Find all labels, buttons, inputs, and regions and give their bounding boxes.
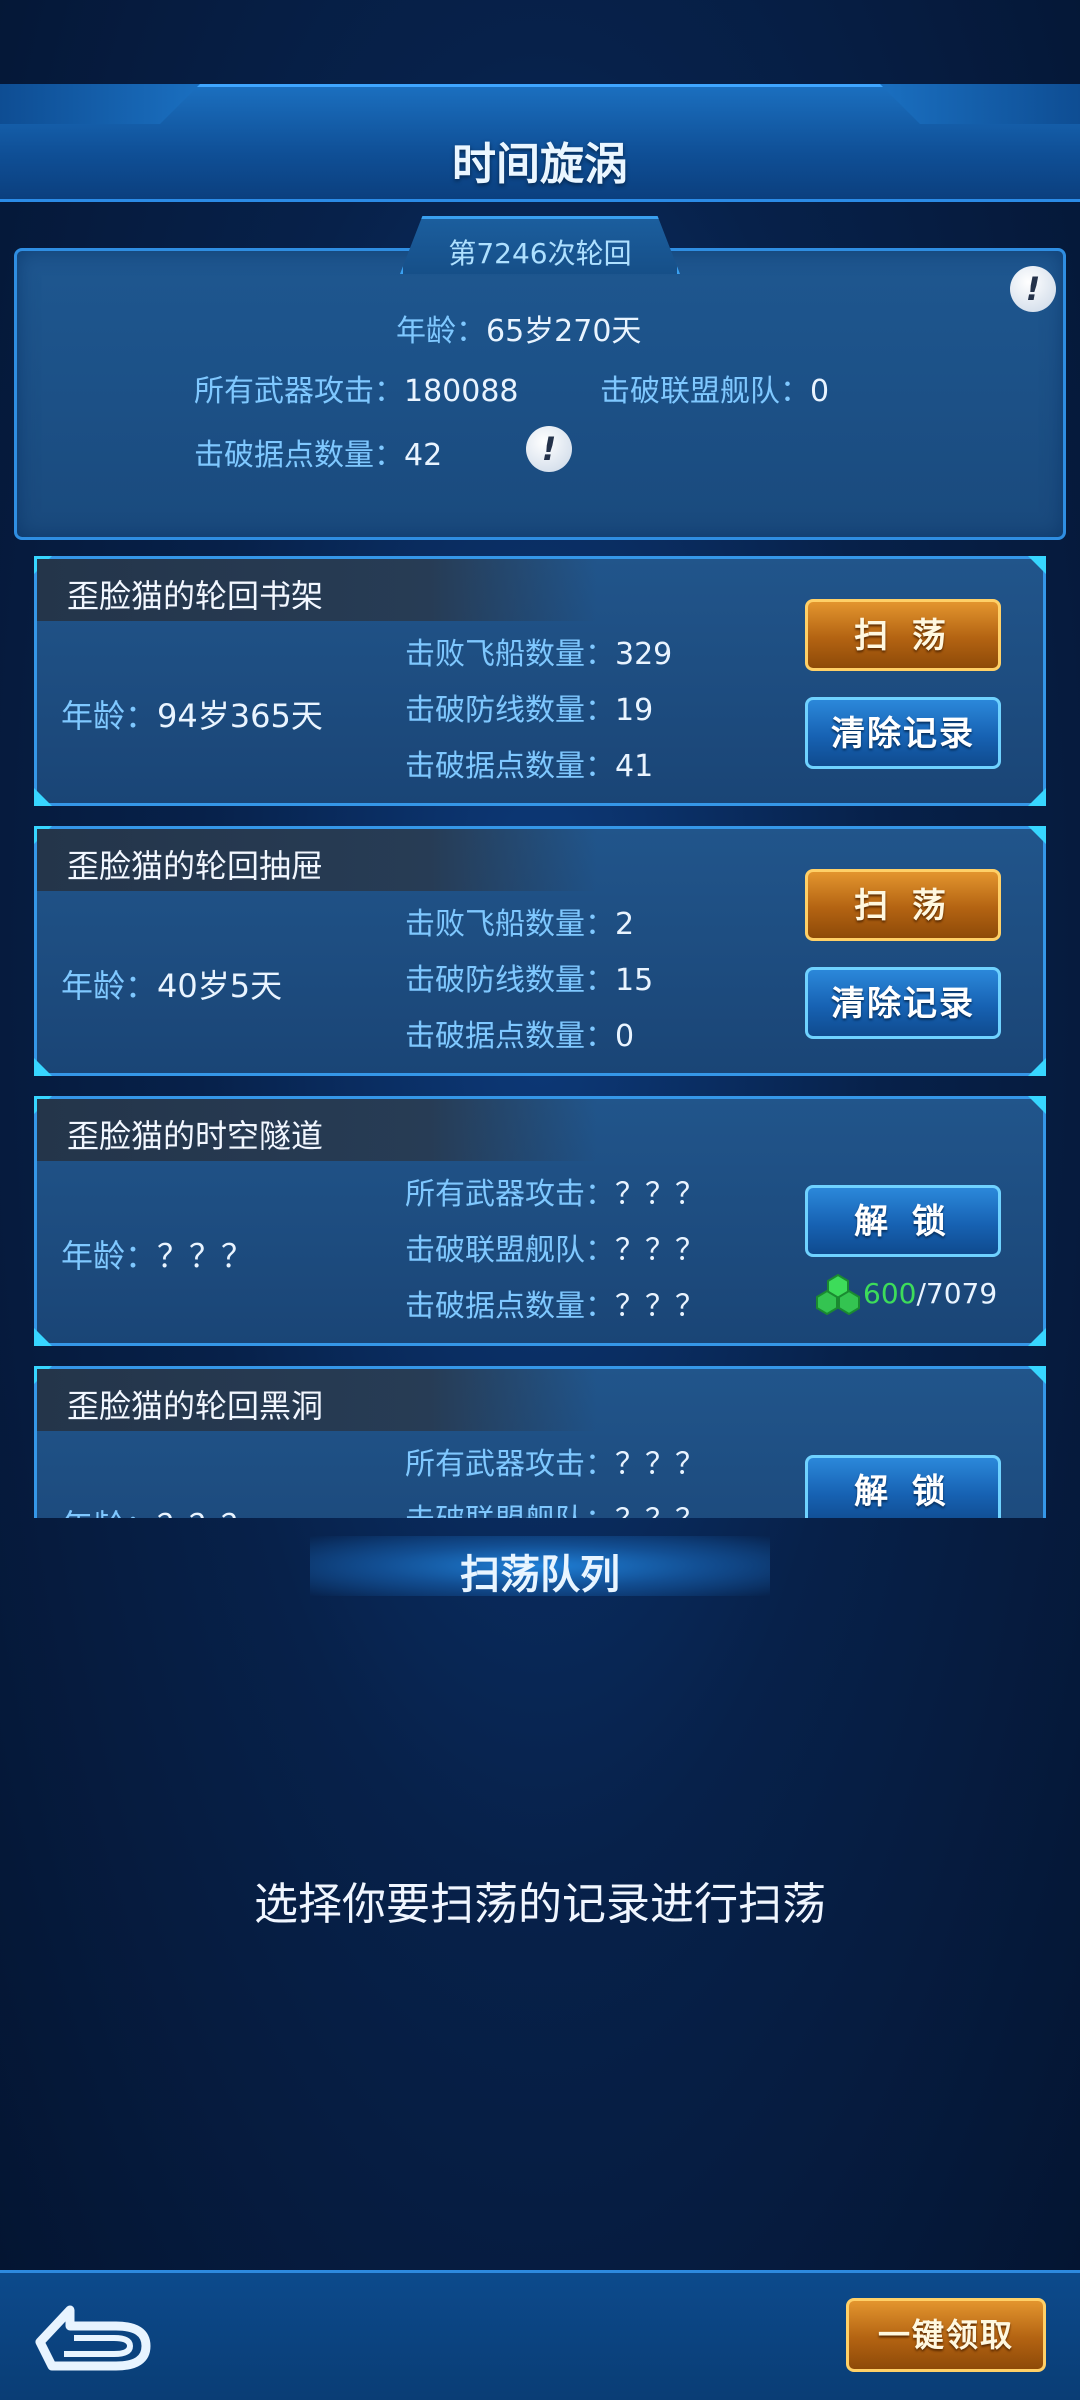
stat-label: 所有武器攻击： [405,1177,615,1212]
record-age-value: ？？？ [157,1237,254,1275]
summary-fleet-value: 0 [810,374,830,409]
stat-row: 击破据点数量：41 [405,739,672,795]
stat-row: 击破联盟舰队：？？？ [405,1223,705,1279]
summary-fleet-destroyed: 击破联盟舰队：0 [600,366,829,410]
cycle-summary-panel [14,248,1066,540]
stat-value: 329 [615,637,673,672]
clear-record-button[interactable]: 清除记录 [805,967,1001,1039]
record-title: 歪脸猫的时空隧道 [67,1117,324,1155]
unlock-cost: 600/7079 [863,1277,997,1310]
stat-row: 击破防线数量：19 [405,683,672,739]
record-age: 年龄：94岁365天 [61,691,323,737]
stat-label: 击破据点数量： [405,1019,615,1054]
record-age: 年龄：？？？ [61,1231,253,1277]
stat-row: 所有武器攻击：？？？ [405,1167,705,1223]
info-icon[interactable]: ! [526,426,572,472]
summary-age-value: 65岁270天 [486,314,642,349]
record-age-value: 94岁365天 [157,697,323,735]
record-age: 年龄：40岁5天 [61,961,282,1007]
stat-label: 击破据点数量： [405,1289,615,1324]
stat-label: 击败飞船数量： [405,637,615,672]
record-age-label: 年龄： [61,1237,158,1275]
info-icon[interactable]: ! [1010,266,1056,312]
record-age-label: 年龄： [61,697,158,735]
unlock-cost-current: 600 [863,1277,917,1310]
stat-label: 击破防线数量： [405,693,615,728]
unlock-button[interactable]: 解 锁 [805,1185,1001,1257]
record-age: 年龄：？？？ [61,1501,253,1518]
record-title: 歪脸猫的轮回黑洞 [67,1387,324,1425]
stat-row: 击破防线数量：15 [405,953,653,1009]
record-card: 歪脸猫的轮回抽屉 年龄：40岁5天 击败飞船数量：2 击破防线数量：15 击破据… [34,826,1046,1076]
stat-value: 41 [615,749,654,784]
back-icon[interactable] [34,2296,154,2374]
record-age-value: ？？？ [157,1507,253,1518]
stat-label: 击破联盟舰队： [405,1233,615,1268]
stat-value: 15 [615,963,654,998]
stat-row: 击破据点数量：0 [405,1009,653,1065]
page-title: 时间旋涡 [452,139,628,190]
stat-row: 所有武器攻击：？？？ [405,1437,705,1493]
sweep-button[interactable]: 扫 荡 [805,599,1001,671]
unlock-cost-total: /7079 [916,1277,998,1310]
stat-label: 击破防线数量： [405,963,615,998]
summary-age: 年龄：65岁270天 [396,306,641,350]
stat-value: 2 [615,907,635,942]
gem-icon [816,1273,860,1315]
sweep-button[interactable]: 扫 荡 [805,869,1001,941]
summary-base-label: 击破据点数量： [194,438,404,473]
queue-title: 扫荡队列 [460,1552,620,1598]
record-card: 歪脸猫的时空隧道 年龄：？？？ 所有武器攻击：？？？ 击破联盟舰队：？？？ 击破… [34,1096,1046,1346]
summary-bases-destroyed: 击破据点数量：42 [194,430,442,474]
stat-value: ？？？ [615,1503,705,1518]
record-stats: 击败飞船数量：2 击破防线数量：15 击破据点数量：0 [405,897,653,1065]
summary-age-label: 年龄： [396,314,486,349]
summary-weapon-attack: 所有武器攻击：180088 [194,366,519,410]
stat-value: ？？？ [615,1233,705,1268]
stat-value: 0 [615,1019,635,1054]
stat-label: 击破据点数量： [405,749,615,784]
record-list[interactable]: 歪脸猫的轮回书架 年龄：94岁365天 击败飞船数量：329 击破防线数量：19… [0,548,1080,1518]
record-age-value: 40岁5天 [157,967,283,1005]
record-stats: 所有武器攻击：？？？ 击破联盟舰队：？？？ [405,1437,705,1518]
queue-empty-hint: 选择你要扫荡的记录进行扫荡 [254,1879,826,1930]
stat-label: 击败飞船数量： [405,907,615,942]
record-stats: 所有武器攻击：？？？ 击破联盟舰队：？？？ 击破据点数量：？？？ [405,1167,705,1335]
record-stats: 击败飞船数量：329 击破防线数量：19 击破据点数量：41 [405,627,672,795]
summary-weapon-label: 所有武器攻击： [194,374,404,409]
stat-value: ？？？ [615,1447,705,1482]
record-card: 歪脸猫的轮回黑洞 年龄：？？？ 所有武器攻击：？？？ 击破联盟舰队：？？？ 解 … [34,1366,1046,1518]
summary-weapon-value: 180088 [404,374,519,409]
record-card: 歪脸猫的轮回书架 年龄：94岁365天 击败飞船数量：329 击破防线数量：19… [34,556,1046,806]
stat-label: 击破联盟舰队： [405,1503,615,1518]
stat-row: 击破据点数量：？？？ [405,1279,705,1335]
cycle-label: 第7246次轮回 [448,237,632,270]
summary-fleet-label: 击破联盟舰队： [600,374,810,409]
stat-value: ？？？ [615,1289,705,1324]
unlock-button[interactable]: 解 锁 [805,1455,1001,1518]
record-title: 歪脸猫的轮回抽屉 [67,847,324,885]
claim-all-button[interactable]: 一键领取 [846,2298,1046,2372]
stat-row: 击败飞船数量：2 [405,897,653,953]
record-age-label: 年龄： [61,1507,157,1518]
stat-value: ？？？ [615,1177,705,1212]
stat-label: 所有武器攻击： [405,1447,615,1482]
record-age-label: 年龄： [61,967,158,1005]
clear-record-button[interactable]: 清除记录 [805,697,1001,769]
record-title: 歪脸猫的轮回书架 [67,577,324,615]
stat-value: 19 [615,693,654,728]
stat-row: 击败飞船数量：329 [405,627,672,683]
summary-base-value: 42 [404,438,443,473]
stat-row: 击破联盟舰队：？？？ [405,1493,705,1518]
